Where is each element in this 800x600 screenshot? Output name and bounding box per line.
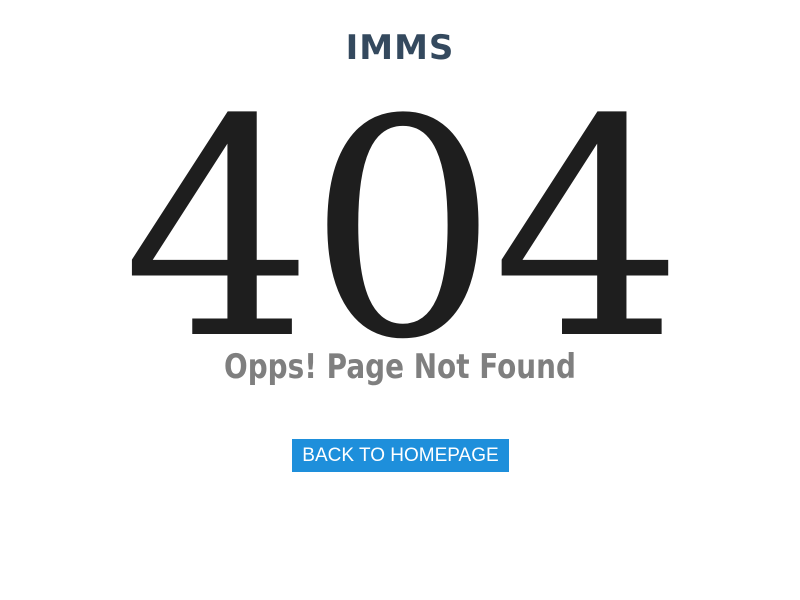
back-to-homepage-button[interactable]: BACK TO HOMEPAGE [292,439,509,472]
error-code: 404 [122,56,684,405]
error-message: Opps! Page Not Found [224,347,576,387]
error-page: IMMS 404 Opps! Page Not Found BACK TO HO… [0,0,800,600]
